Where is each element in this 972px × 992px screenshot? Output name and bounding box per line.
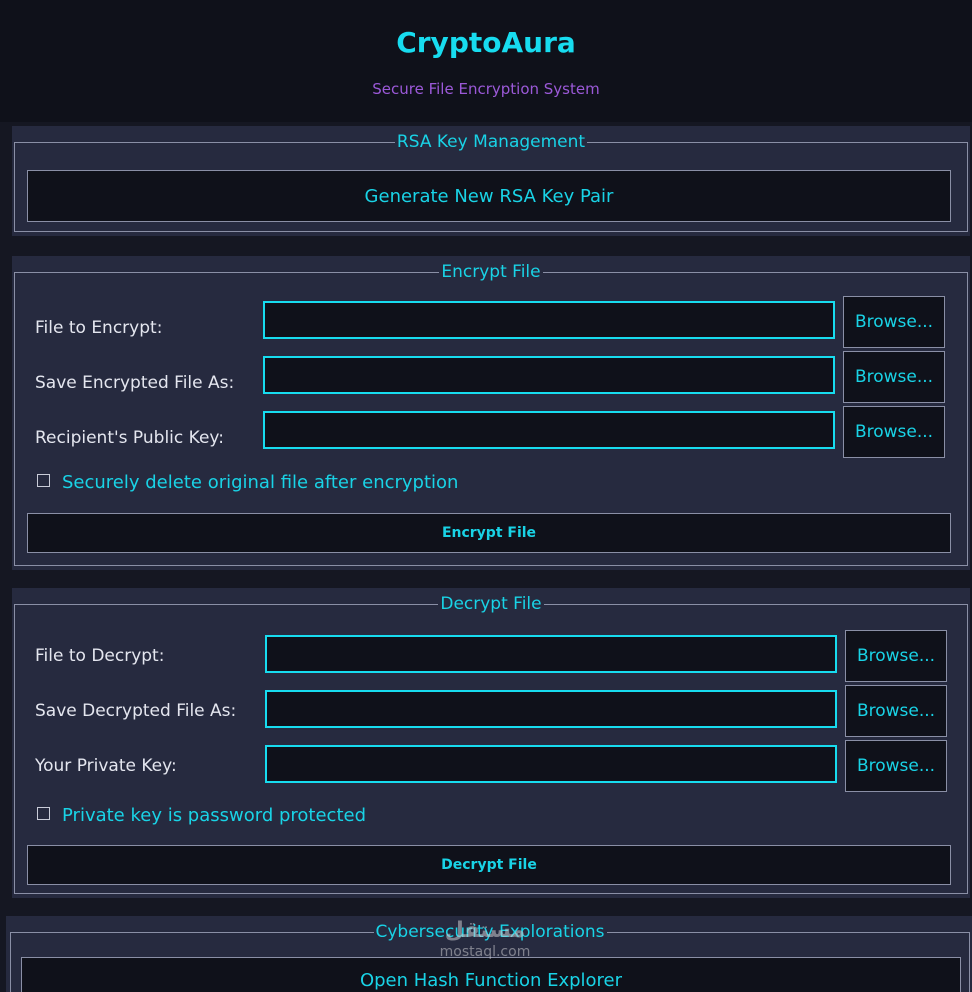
secure-delete-checkbox[interactable]: Securely delete original file after encr… xyxy=(37,471,458,495)
file-to-decrypt-browse-button[interactable]: Browse... xyxy=(845,630,947,682)
save-encrypted-input[interactable] xyxy=(263,356,835,394)
mostaql-watermark: مستقل mostaql.com xyxy=(410,918,560,960)
file-to-encrypt-input[interactable] xyxy=(263,301,835,339)
private-key-label: Your Private Key: xyxy=(35,756,177,776)
private-key-browse-button[interactable]: Browse... xyxy=(845,740,947,792)
secure-delete-label: Securely delete original file after encr… xyxy=(62,472,459,493)
recipient-public-key-label: Recipient's Public Key: xyxy=(35,428,224,448)
encrypt-file-button[interactable]: Encrypt File xyxy=(27,513,951,553)
decrypt-groupbox: Decrypt File File to Decrypt: Browse... … xyxy=(14,594,968,894)
recipient-public-key-browse-button[interactable]: Browse... xyxy=(843,406,945,458)
save-decrypted-browse-button[interactable]: Browse... xyxy=(845,685,947,737)
generate-rsa-key-pair-button[interactable]: Generate New RSA Key Pair xyxy=(27,170,951,222)
encrypt-section: Encrypt File File to Encrypt: Browse... … xyxy=(12,256,970,570)
checkbox-box-icon[interactable] xyxy=(37,807,50,820)
save-encrypted-label: Save Encrypted File As: xyxy=(35,373,235,393)
decrypt-file-button[interactable]: Decrypt File xyxy=(27,845,951,885)
password-protected-checkbox[interactable]: Private key is password protected xyxy=(37,804,366,828)
checkbox-box-icon[interactable] xyxy=(37,474,50,487)
encrypt-groupbox: Encrypt File File to Encrypt: Browse... … xyxy=(14,262,968,566)
app-subtitle: Secure File Encryption System xyxy=(372,80,600,98)
rsa-legend: RSA Key Management xyxy=(394,132,588,152)
save-encrypted-browse-button[interactable]: Browse... xyxy=(843,351,945,403)
rsa-section: RSA Key Management Generate New RSA Key … xyxy=(12,126,970,236)
file-to-encrypt-browse-button[interactable]: Browse... xyxy=(843,296,945,348)
password-protected-label: Private key is password protected xyxy=(62,805,367,826)
app-title: CryptoAura xyxy=(396,26,576,59)
decrypt-legend: Decrypt File xyxy=(438,594,544,614)
save-decrypted-label: Save Decrypted File As: xyxy=(35,701,237,721)
open-hash-explorer-button[interactable]: Open Hash Function Explorer xyxy=(21,957,961,992)
decrypt-section: Decrypt File File to Decrypt: Browse... … xyxy=(12,588,970,898)
encrypt-legend: Encrypt File xyxy=(439,262,543,282)
watermark-latin: mostaql.com xyxy=(439,944,531,960)
watermark-arabic: مستقل xyxy=(444,918,526,943)
private-key-input[interactable] xyxy=(265,745,837,783)
rsa-groupbox: RSA Key Management Generate New RSA Key … xyxy=(14,132,968,232)
save-decrypted-input[interactable] xyxy=(265,690,837,728)
file-to-decrypt-label: File to Decrypt: xyxy=(35,646,165,666)
recipient-public-key-input[interactable] xyxy=(263,411,835,449)
file-to-decrypt-input[interactable] xyxy=(265,635,837,673)
app-header: CryptoAura Secure File Encryption System xyxy=(0,0,972,122)
file-to-encrypt-label: File to Encrypt: xyxy=(35,318,163,338)
